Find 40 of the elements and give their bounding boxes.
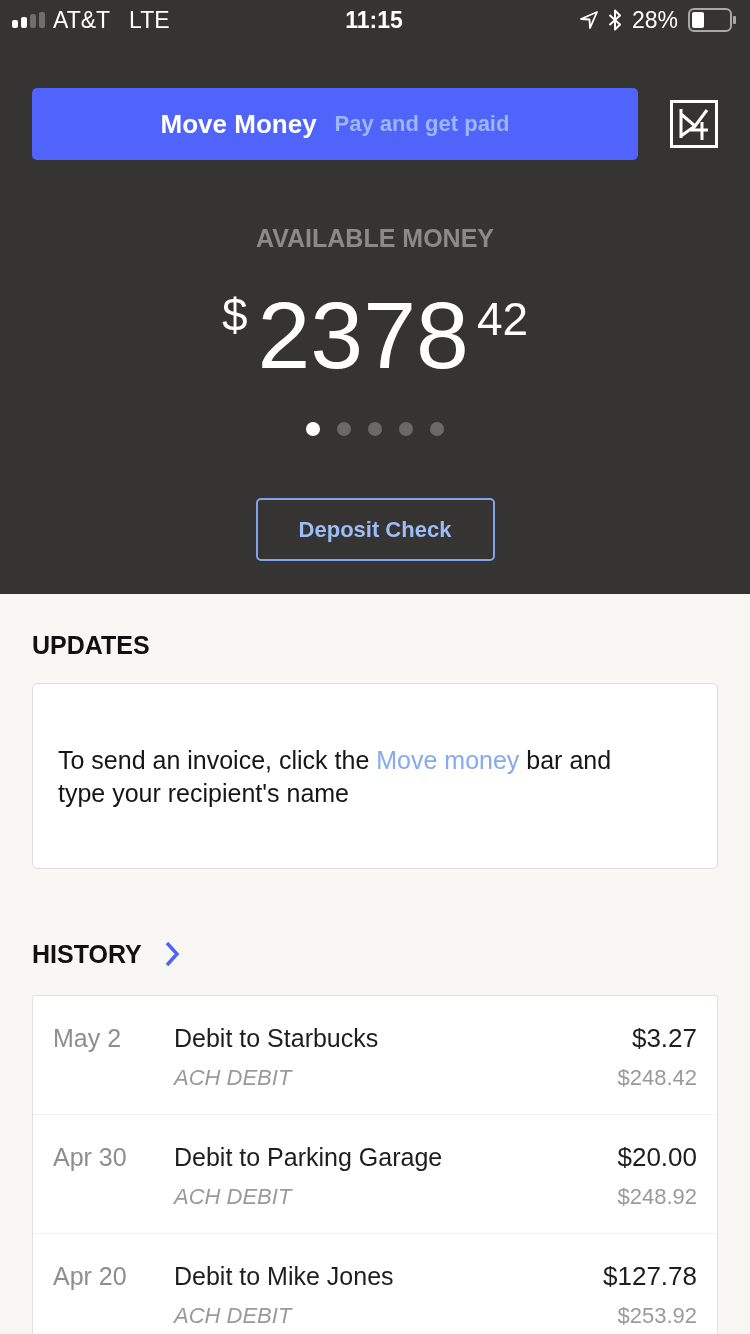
balance-amount: 2378	[257, 288, 469, 383]
update-message: To send an invoice, click the Move money bar and type your recipient's name	[58, 745, 613, 809]
location-arrow-icon	[579, 11, 598, 29]
transaction-description: Debit to Starbucks	[174, 1023, 380, 1053]
move-money-button[interactable]: Move Money Pay and get paid	[32, 88, 638, 160]
page-indicator-dot[interactable]	[368, 422, 382, 436]
page-indicator-dot[interactable]	[399, 422, 413, 436]
transaction-date: May 2	[53, 1023, 123, 1053]
transaction-date: Apr 30	[53, 1142, 128, 1172]
balance-cents: 42	[476, 296, 529, 342]
page-indicator-dot[interactable]	[337, 422, 351, 436]
page-indicator-dot[interactable]	[430, 422, 444, 436]
transaction-date: Apr 20	[53, 1261, 128, 1291]
available-money-label: AVAILABLE MONEY	[256, 223, 494, 253]
move-money-link[interactable]: Move money	[376, 746, 520, 774]
square-logo-icon[interactable]	[670, 100, 718, 148]
transaction-type: ACH DEBIT	[174, 1302, 294, 1330]
transaction-amount: $20.00	[617, 1142, 697, 1172]
page-indicator-dot[interactable]	[306, 422, 320, 436]
transaction-amount: $3.27	[630, 1023, 697, 1053]
transaction-description: Debit to Mike Jones	[174, 1261, 395, 1291]
carrier-name: AT&T	[53, 6, 111, 34]
transaction-amount: $127.78	[603, 1261, 697, 1291]
network-type: LTE	[129, 6, 170, 34]
currency-symbol: $	[221, 292, 248, 338]
running-balance: $248.42	[617, 1064, 697, 1092]
history-heading: HISTORY	[32, 939, 142, 969]
updates-heading: UPDATES	[32, 630, 150, 660]
chevron-right-icon[interactable]	[163, 941, 180, 967]
bluetooth-icon	[607, 9, 622, 31]
clock-time: 11:15	[345, 6, 403, 34]
running-balance: $248.92	[617, 1183, 697, 1211]
deposit-check-button[interactable]: Deposit Check	[255, 498, 495, 561]
running-balance: $253.92	[616, 1302, 697, 1330]
battery-percent: 28%	[631, 6, 678, 34]
transaction-type: ACH DEBIT	[174, 1064, 294, 1092]
signal-bars-icon	[12, 12, 46, 28]
battery-icon	[688, 8, 736, 32]
transaction-description: Debit to Parking Garage	[174, 1142, 444, 1172]
transaction-type: ACH DEBIT	[174, 1183, 294, 1211]
